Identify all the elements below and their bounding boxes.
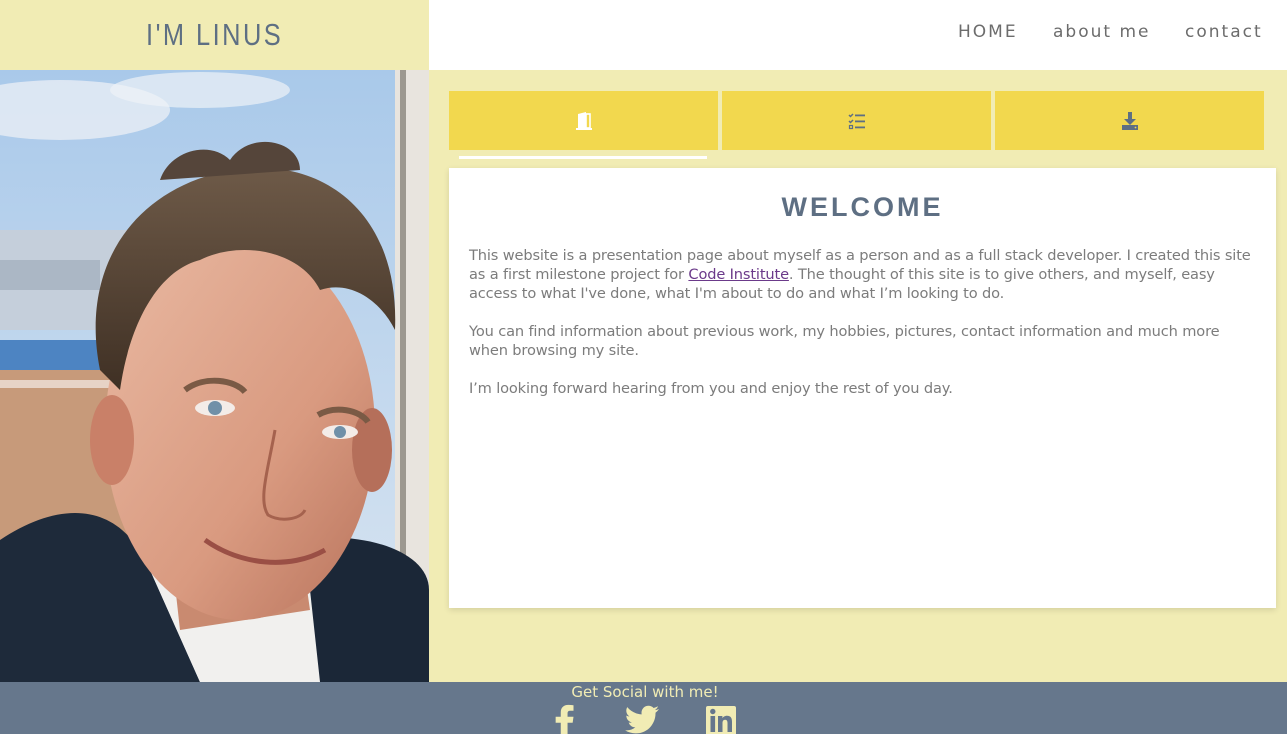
site-title[interactable]: I'M LINUS — [146, 17, 283, 53]
tab-welcome[interactable] — [449, 91, 718, 150]
tab-list[interactable] — [722, 91, 991, 150]
facebook-link[interactable] — [553, 704, 577, 734]
nav-contact-link[interactable]: contact — [1185, 22, 1263, 42]
welcome-paragraph-2: You can find information about previous … — [469, 323, 1220, 359]
profile-photo — [0, 70, 429, 682]
linkedin-link[interactable] — [706, 704, 738, 734]
welcome-paragraph-1: This website is a presentation page abou… — [469, 246, 1256, 303]
active-tab-indicator — [459, 156, 707, 159]
twitter-icon — [625, 705, 659, 734]
welcome-card: WELCOME This website is a presentation p… — [449, 168, 1276, 608]
tab-download[interactable] — [995, 91, 1264, 150]
code-institute-link[interactable]: Code Institute — [688, 266, 789, 283]
nav-about-link[interactable]: about me — [1053, 22, 1150, 42]
welcome-paragraph-3: I’m looking forward hearing from you and… — [469, 380, 953, 397]
download-icon — [1121, 111, 1138, 130]
nav-home-link[interactable]: HOME — [958, 22, 1018, 42]
portrait-illustration — [0, 70, 429, 682]
welcome-title: WELCOME — [781, 192, 944, 222]
linkedin-icon — [706, 706, 736, 734]
tasks-list-icon — [847, 112, 865, 129]
top-navigation: HOME about me contact — [429, 0, 1287, 70]
twitter-link[interactable] — [624, 704, 660, 734]
door-open-icon — [575, 111, 592, 130]
brand-area: I'M LINUS — [0, 0, 429, 70]
footer-social-heading: Get Social with me! — [571, 683, 719, 701]
footer: Get Social with me! — [0, 682, 1287, 734]
facebook-icon — [555, 704, 574, 734]
